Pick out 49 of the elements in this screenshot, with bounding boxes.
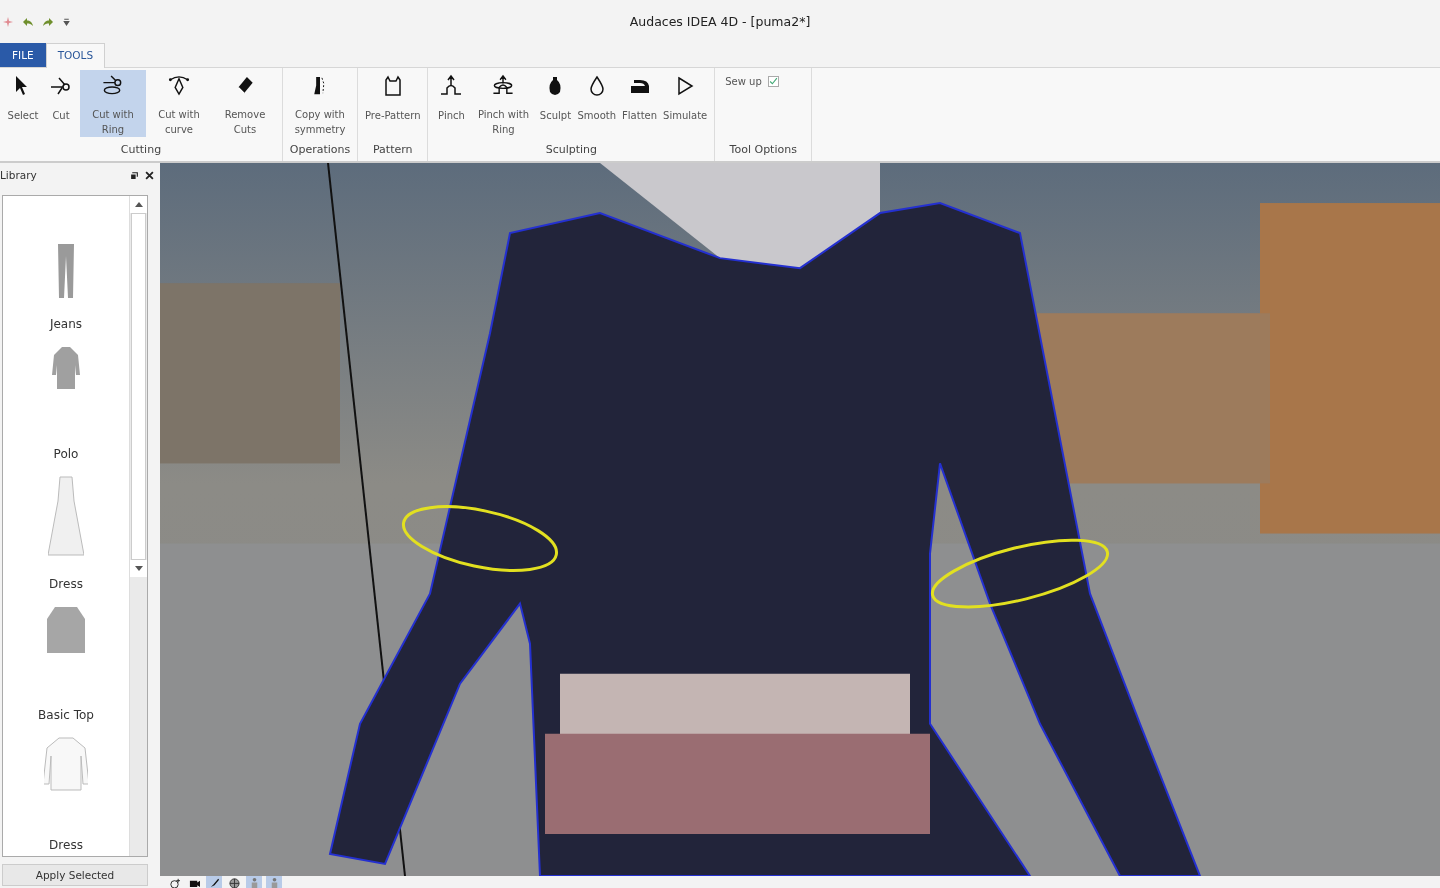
tool-button[interactable]: Cut with Ring [80,70,146,137]
pen-curve-icon [167,74,191,97]
checkbox[interactable] [767,76,779,87]
tool-button[interactable]: Sculpt [536,70,575,137]
scrollbar[interactable] [129,196,147,856]
library-item-label[interactable]: Polo [53,446,79,461]
window-title: Audaces IDEA 4D - [puma2*] [629,14,811,29]
redo-icon[interactable] [42,15,54,28]
tool-button[interactable]: Smooth [574,70,620,137]
tool-button[interactable]: Cut with curve [146,70,212,137]
tool-button[interactable]: Pinch [432,70,471,137]
toolbar-button[interactable] [226,876,242,888]
shirt-outline-thumbnail[interactable] [44,735,88,792]
group-label: Tool Options [729,142,797,158]
group-label: Cutting [120,142,162,158]
dress-thumbnail[interactable] [48,474,84,559]
tool-button[interactable]: Pinch with Ring [470,70,537,137]
top-thumbnail[interactable] [47,605,85,656]
tool-button[interactable]: Simulate [660,70,711,137]
close-icon[interactable] [145,170,154,180]
library-item-label[interactable]: Dress [49,577,83,592]
apply-selected-button[interactable]: Apply Selected [2,864,148,886]
toolbar-button[interactable] [206,876,222,888]
up-arrow-icon [134,202,143,207]
tool-button[interactable]: Cut [42,70,80,137]
file-tab[interactable]: FILE [0,43,46,67]
group-label: Sculpting [545,142,598,158]
tool-button[interactable]: Select [4,70,42,137]
group-label: Operations [289,142,351,158]
ribbon-tab[interactable]: TOOLS [45,43,106,68]
scroll-down-button[interactable] [130,560,147,577]
scroll-up-button[interactable] [130,196,147,213]
tool-button[interactable]: Pre-Pattern [362,70,424,137]
shirt-thumbnail[interactable] [50,344,82,391]
down-arrow-icon [134,566,143,571]
library-item-label[interactable]: Jeans [49,316,83,331]
customize-dropdown-icon[interactable] [62,17,71,26]
tool-button[interactable]: Remove Cuts [212,70,278,137]
tool-button[interactable]: Copy with symmetry [287,70,353,137]
library-item-label[interactable]: Basic Top [38,707,94,722]
group-label: Pattern [372,142,413,158]
pinch-icon [439,74,464,98]
pinch-ring-icon [491,74,516,97]
tool-button[interactable]: Flatten [619,70,661,137]
library-item-label[interactable]: Dress [49,838,83,852]
panel-title: Library [0,169,37,181]
float-panel-icon[interactable] [130,170,139,180]
option-label: Sew up [725,76,762,87]
scrollbar-thumb[interactable] [131,213,146,560]
